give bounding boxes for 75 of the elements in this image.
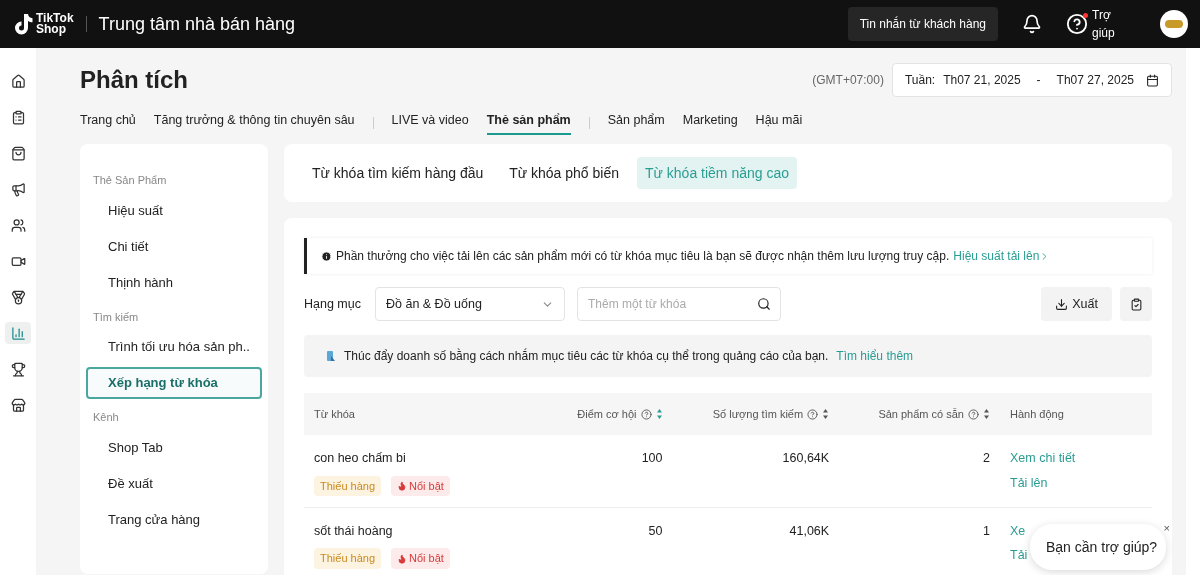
keyword-tab[interactable]: Từ khóa tìm kiếm hàng đầu [304, 157, 492, 189]
score-cell: 100 [544, 435, 673, 507]
date-range-picker[interactable]: Tuần: Th07 21, 2025 - Th07 27, 2025 [891, 63, 1172, 97]
download-icon [1055, 297, 1069, 311]
note-icon [12, 12, 34, 36]
keyword-text: con heo chấm bi [314, 450, 407, 467]
volume-cell: 160,64K [672, 435, 840, 507]
timezone-label: (GMT+07:00) [812, 72, 884, 89]
hot-tag: Nổi bật [391, 548, 450, 569]
nav-tab[interactable]: Tăng trưởng & thông tin chuyên sâu [153, 110, 355, 136]
close-button[interactable]: × [1163, 520, 1170, 537]
available-cell: 2 [839, 435, 1000, 507]
sidebar-item[interactable]: Đề xuất [86, 467, 262, 500]
logo-text: Shop [36, 24, 67, 35]
export-button[interactable]: Xuất [1041, 287, 1112, 321]
available-cell: 1 [839, 507, 1000, 575]
search-icon [757, 297, 771, 311]
megaphone-icon [326, 350, 336, 362]
sort-icon[interactable] [983, 408, 990, 420]
avatar[interactable] [1160, 10, 1188, 38]
sidebar-item[interactable]: Trình tối ưu hóa sản ph.. [86, 331, 262, 363]
bell-icon[interactable] [1022, 14, 1042, 34]
volume-cell: 41,06K [672, 507, 840, 575]
column-header: Hành động [1010, 406, 1064, 422]
sidebar-heading: Kênh [92, 410, 120, 425]
info-text: Phần thưởng cho việc tải lên các sản phẩm mới có từ khóa mục tiêu là bạn sẽ được nhận thêm lưu lượng truy cập. [336, 248, 950, 265]
keyword-tab[interactable]: Từ khóa phổ biến [501, 157, 627, 189]
flame-icon [397, 553, 408, 564]
chart-icon[interactable] [5, 322, 31, 344]
column-header: Từ khóa [314, 406, 355, 422]
help-icon [807, 408, 819, 420]
keyword-search-field[interactable]: Thêm một từ khóa [577, 287, 781, 321]
keyword-text: sốt thái hoàng [314, 522, 394, 540]
help-icon [640, 408, 652, 420]
stock-tag: Thiếu hàng [314, 548, 382, 569]
sidebar-item[interactable]: Trang cửa hàng [86, 503, 262, 536]
action-link[interactable]: Tải lên [1010, 473, 1048, 493]
help-button[interactable]: Trợ giúp [1066, 6, 1120, 42]
column-header: Số lượng tìm kiếm [712, 406, 804, 422]
category-label: Hạng mục [304, 295, 361, 313]
column-header: Điểm cơ hội [577, 406, 637, 422]
help-icon [1066, 13, 1088, 35]
sidebar-item[interactable]: Hiệu suất [86, 194, 262, 227]
sort-icon[interactable] [822, 408, 830, 420]
info-icon [321, 250, 332, 262]
sidebar-item[interactable]: Xếp hạng từ khóa [86, 367, 262, 399]
sort-icon[interactable] [655, 408, 663, 420]
sidebar-item[interactable]: Chi tiết [86, 230, 262, 263]
app-title: Trung tâm nhà bán hàng [98, 12, 296, 36]
logo-text: TikTok [36, 13, 74, 24]
flame-icon [397, 481, 408, 491]
help-icon [968, 408, 979, 420]
messages-button[interactable]: Tin nhắn từ khách hàng [847, 7, 998, 41]
nav-tab[interactable]: Hậu mãi [755, 110, 803, 136]
nav-tab[interactable]: Trang chủ [80, 110, 136, 136]
help-popup-text: Bạn cần trợ giúp? [1046, 537, 1158, 557]
nav-tab[interactable]: Marketing [682, 110, 738, 136]
column-header: Sản phẩm có sẵn [878, 406, 964, 422]
page-title: Phân tích [80, 65, 188, 95]
clipboard-button[interactable] [1120, 287, 1152, 321]
sidebar-item[interactable]: Shop Tab [86, 431, 262, 464]
sidebar-heading: Tìm kiếm [92, 309, 140, 325]
nav-tab[interactable]: LIVE và video [391, 110, 469, 136]
calendar-icon [1146, 73, 1159, 87]
sidebar-item[interactable]: Thịnh hành [86, 266, 262, 299]
score-cell: 50 [544, 507, 673, 575]
hot-tag: Nổi bật [391, 475, 450, 497]
promo-text: Thúc đẩy doanh số bằng cách nhắm mục tiêu các từ khóa cụ thể trong quảng cáo của bạn. [344, 347, 829, 365]
stock-tag: Thiếu hàng [314, 475, 382, 497]
tiktok-logo[interactable]: TikTok Shop [12, 12, 74, 36]
category-select[interactable]: Đồ ăn & Đồ uống [375, 287, 565, 321]
nav-tab[interactable]: Thẻ sản phẩm [486, 110, 571, 136]
sidebar-heading: Thẻ Sản Phẩm [92, 173, 168, 188]
nav-tab[interactable]: Sản phẩm [607, 110, 665, 136]
clipboard-icon [1129, 297, 1143, 311]
